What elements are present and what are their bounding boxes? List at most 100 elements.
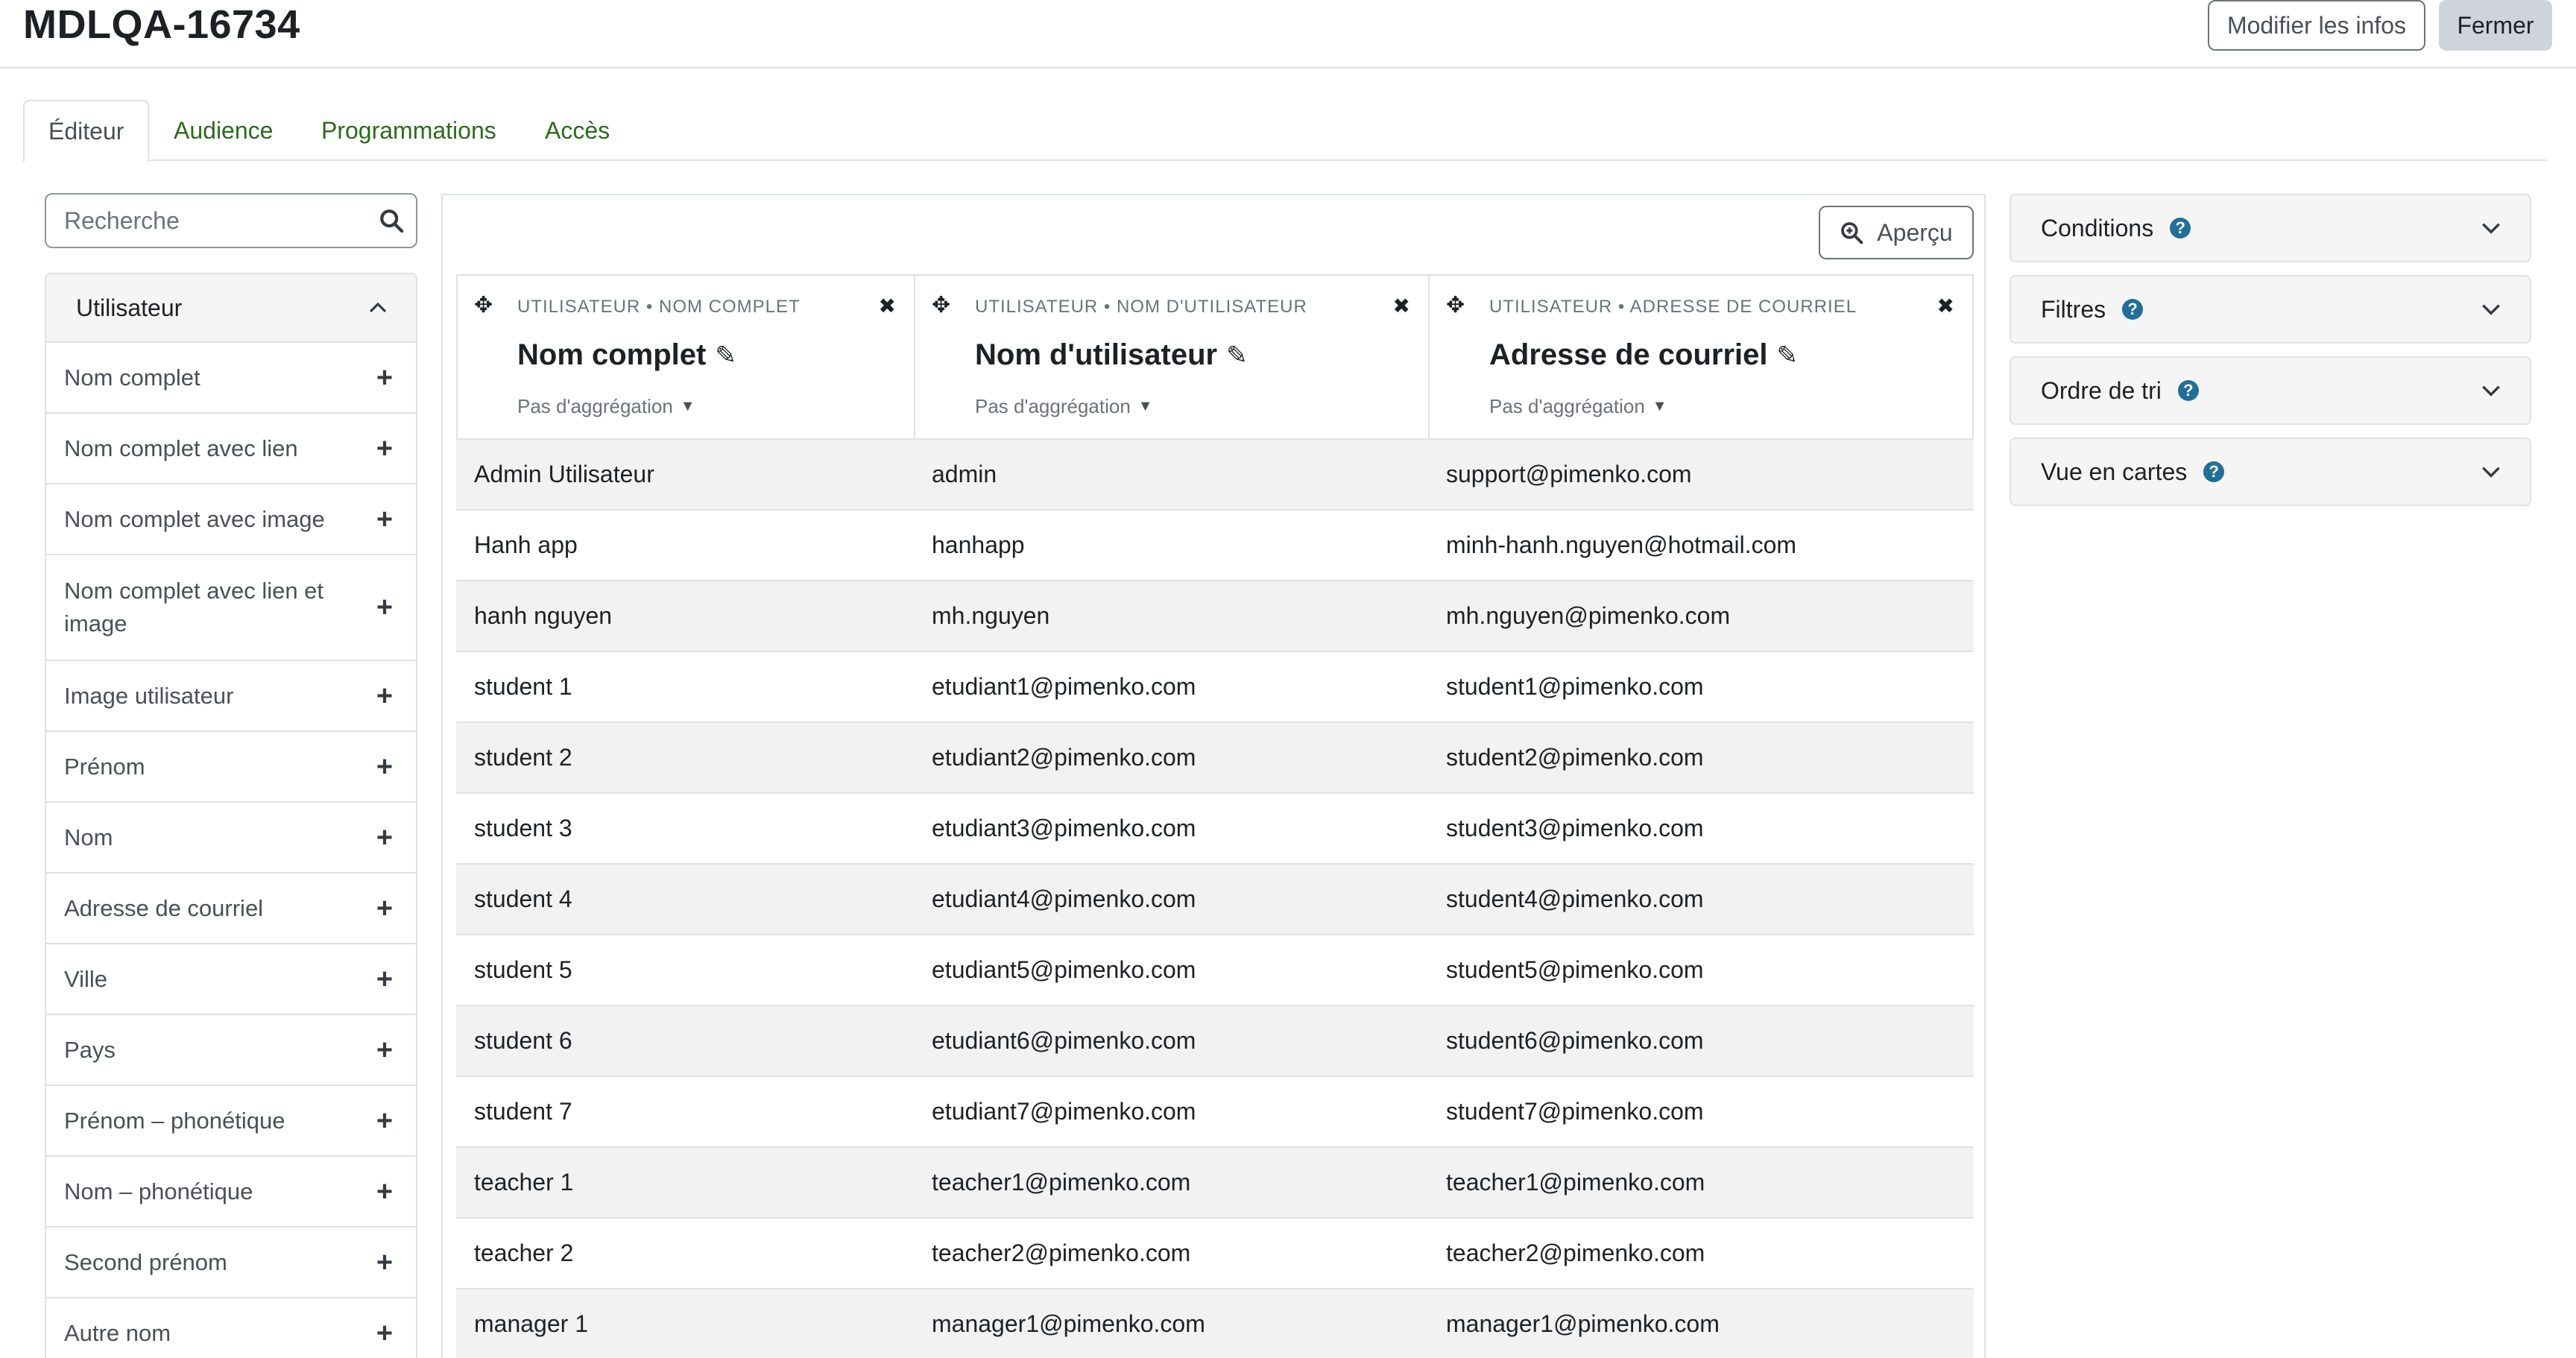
sidebar-group-user[interactable]: Utilisateur [46,274,416,343]
aggregation-select[interactable]: Pas d'aggrégation ▼ [1489,395,1667,418]
pencil-icon[interactable]: ✎ [1226,341,1248,370]
sidebar-item-country[interactable]: Pays + [46,1015,416,1086]
sort-order-panel[interactable]: Ordre de tri ? [2010,356,2531,425]
table-cell: etudiant6@pimenko.com [932,1027,1196,1054]
page-header: MDLQA-16734 Modifier les infos Fermer [0,0,2576,69]
tab-bar: Éditeur Audience Programmations Accès [23,100,2547,162]
sidebar-item-city[interactable]: Ville + [46,944,416,1015]
pencil-icon[interactable]: ✎ [715,341,736,370]
close-icon[interactable]: ✖ [1393,294,1410,318]
report-editor-area: Aperçu ✥ UTILISATEUR • NOM COMPLET ✖ Nom… [441,194,1986,1358]
move-icon[interactable]: ✥ [932,292,950,318]
move-icon[interactable]: ✥ [474,292,493,318]
close-icon[interactable]: ✖ [1937,294,1954,318]
pencil-icon[interactable]: ✎ [1777,341,1799,370]
column-name[interactable]: Nom complet ✎ [517,338,736,372]
sidebar-item-label: Second prénom [64,1248,227,1275]
search-box [45,193,417,248]
sidebar-item-user-picture[interactable]: Image utilisateur + [46,661,416,732]
card-view-panel[interactable]: Vue en cartes ? [2010,438,2531,506]
plus-icon: + [376,592,394,623]
sidebar-item-first-name[interactable]: Prénom + [46,732,416,803]
column-name[interactable]: Adresse de courriel ✎ [1489,338,1798,372]
table-cell: student7@pimenko.com [1446,1098,1704,1125]
table-cell: support@pimenko.com [1446,461,1692,487]
table-cell: mh.nguyen@pimenko.com [1446,602,1731,629]
preview-button[interactable]: Aperçu [1819,206,1974,259]
table-cell: student4@pimenko.com [1446,885,1704,912]
panel-label: Conditions [2041,214,2154,241]
edit-details-button[interactable]: Modifier les infos [2208,0,2425,51]
tab-editor[interactable]: Éditeur [23,100,150,162]
sidebar-item-full-name-link-picture[interactable]: Nom complet avec lien et image + [46,555,416,661]
table-row: student 2 etudiant2@pimenko.com student2@p… [456,723,1974,794]
table-cell: teacher2@pimenko.com [932,1239,1191,1266]
table-cell: etudiant1@pimenko.com [932,673,1196,700]
help-icon[interactable]: ? [2122,299,2144,320]
plus-icon: + [376,1175,394,1207]
column-sources-sidebar: Utilisateur Nom complet + Nom complet ave… [45,273,417,1358]
zoom-icon [1841,222,1863,244]
plus-icon: + [376,432,394,464]
table-cell: manager1@pimenko.com [932,1310,1205,1337]
sidebar-item-full-name[interactable]: Nom complet + [46,343,416,414]
sidebar-item-label: Prénom [64,753,145,780]
table-header: ✥ UTILISATEUR • NOM COMPLET ✖ Nom comple… [456,274,1974,440]
table-cell: hanh nguyen [474,602,613,629]
search-icon[interactable] [379,208,404,233]
sidebar-item-alternate-name[interactable]: Autre nom + [46,1298,416,1358]
aggregation-select[interactable]: Pas d'aggrégation ▼ [975,395,1153,418]
chevron-down-icon [2482,467,2500,478]
table-row: student 1 etudiant1@pimenko.com student1@p… [456,652,1974,723]
move-icon[interactable]: ✥ [1446,292,1465,318]
sidebar-item-first-name-phonetic[interactable]: Prénom – phonétique + [46,1086,416,1157]
help-icon[interactable]: ? [2170,218,2191,239]
aggregation-label: Pas d'aggrégation [1489,395,1645,417]
chevron-down-icon [2482,385,2500,397]
sidebar-item-label: Nom [64,824,113,850]
sidebar-item-email[interactable]: Adresse de courriel + [46,874,416,944]
column-name[interactable]: Nom d'utilisateur ✎ [975,338,1248,372]
table-cell: student2@pimenko.com [1446,744,1704,771]
table-cell: mh.nguyen [932,602,1050,629]
tab-access[interactable]: Accès [545,100,610,161]
sidebar-item-label: Pays [64,1036,116,1063]
caret-down-icon: ▼ [680,398,695,414]
table-cell: student 3 [474,815,572,841]
column-name-text: Adresse de courriel [1489,338,1768,371]
sidebar-item-full-name-link[interactable]: Nom complet avec lien + [46,414,416,484]
sidebar-item-last-name[interactable]: Nom + [46,803,416,874]
table-cell: teacher 1 [474,1169,574,1196]
table-cell: minh-hanh.nguyen@hotmail.com [1446,531,1797,558]
panel-label: Vue en cartes [2041,458,2188,485]
table-cell: admin [932,461,997,487]
column-header: ✥ UTILISATEUR • NOM D'UTILISATEUR ✖ Nom … [915,276,1430,438]
table-cell: Hanh app [474,531,578,558]
close-icon[interactable]: ✖ [879,294,896,318]
help-icon[interactable]: ? [2177,380,2199,401]
sidebar-item-middle-name[interactable]: Second prénom + [46,1228,416,1298]
table-cell: etudiant2@pimenko.com [932,744,1196,771]
table-cell: etudiant4@pimenko.com [932,885,1196,912]
tab-audience[interactable]: Audience [174,100,273,161]
search-input[interactable] [64,195,362,247]
close-button[interactable]: Fermer [2439,0,2552,51]
column-category: UTILISATEUR • NOM D'UTILISATEUR [975,297,1307,317]
caret-down-icon: ▼ [1137,398,1153,414]
help-icon[interactable]: ? [2203,461,2225,482]
sidebar-item-full-name-picture[interactable]: Nom complet avec image + [46,484,416,555]
table-cell: student 1 [474,673,572,700]
table-row: hanh nguyen mh.nguyen mh.nguyen@pimenko.co… [456,581,1974,652]
plus-icon: + [376,680,394,712]
aggregation-label: Pas d'aggrégation [975,395,1131,417]
conditions-panel[interactable]: Conditions ? [2010,194,2531,262]
aggregation-select[interactable]: Pas d'aggrégation ▼ [517,395,695,418]
table-cell: teacher 2 [474,1239,574,1266]
tab-schedules[interactable]: Programmations [321,100,496,161]
table-cell: student 7 [474,1098,572,1125]
table-row: student 4 etudiant4@pimenko.com student4@p… [456,865,1974,935]
sidebar-item-last-name-phonetic[interactable]: Nom – phonétique + [46,1157,416,1228]
table-row: student 7 etudiant7@pimenko.com student7@p… [456,1077,1974,1148]
table-cell: student 6 [474,1027,572,1054]
filters-panel[interactable]: Filtres ? [2010,275,2531,344]
